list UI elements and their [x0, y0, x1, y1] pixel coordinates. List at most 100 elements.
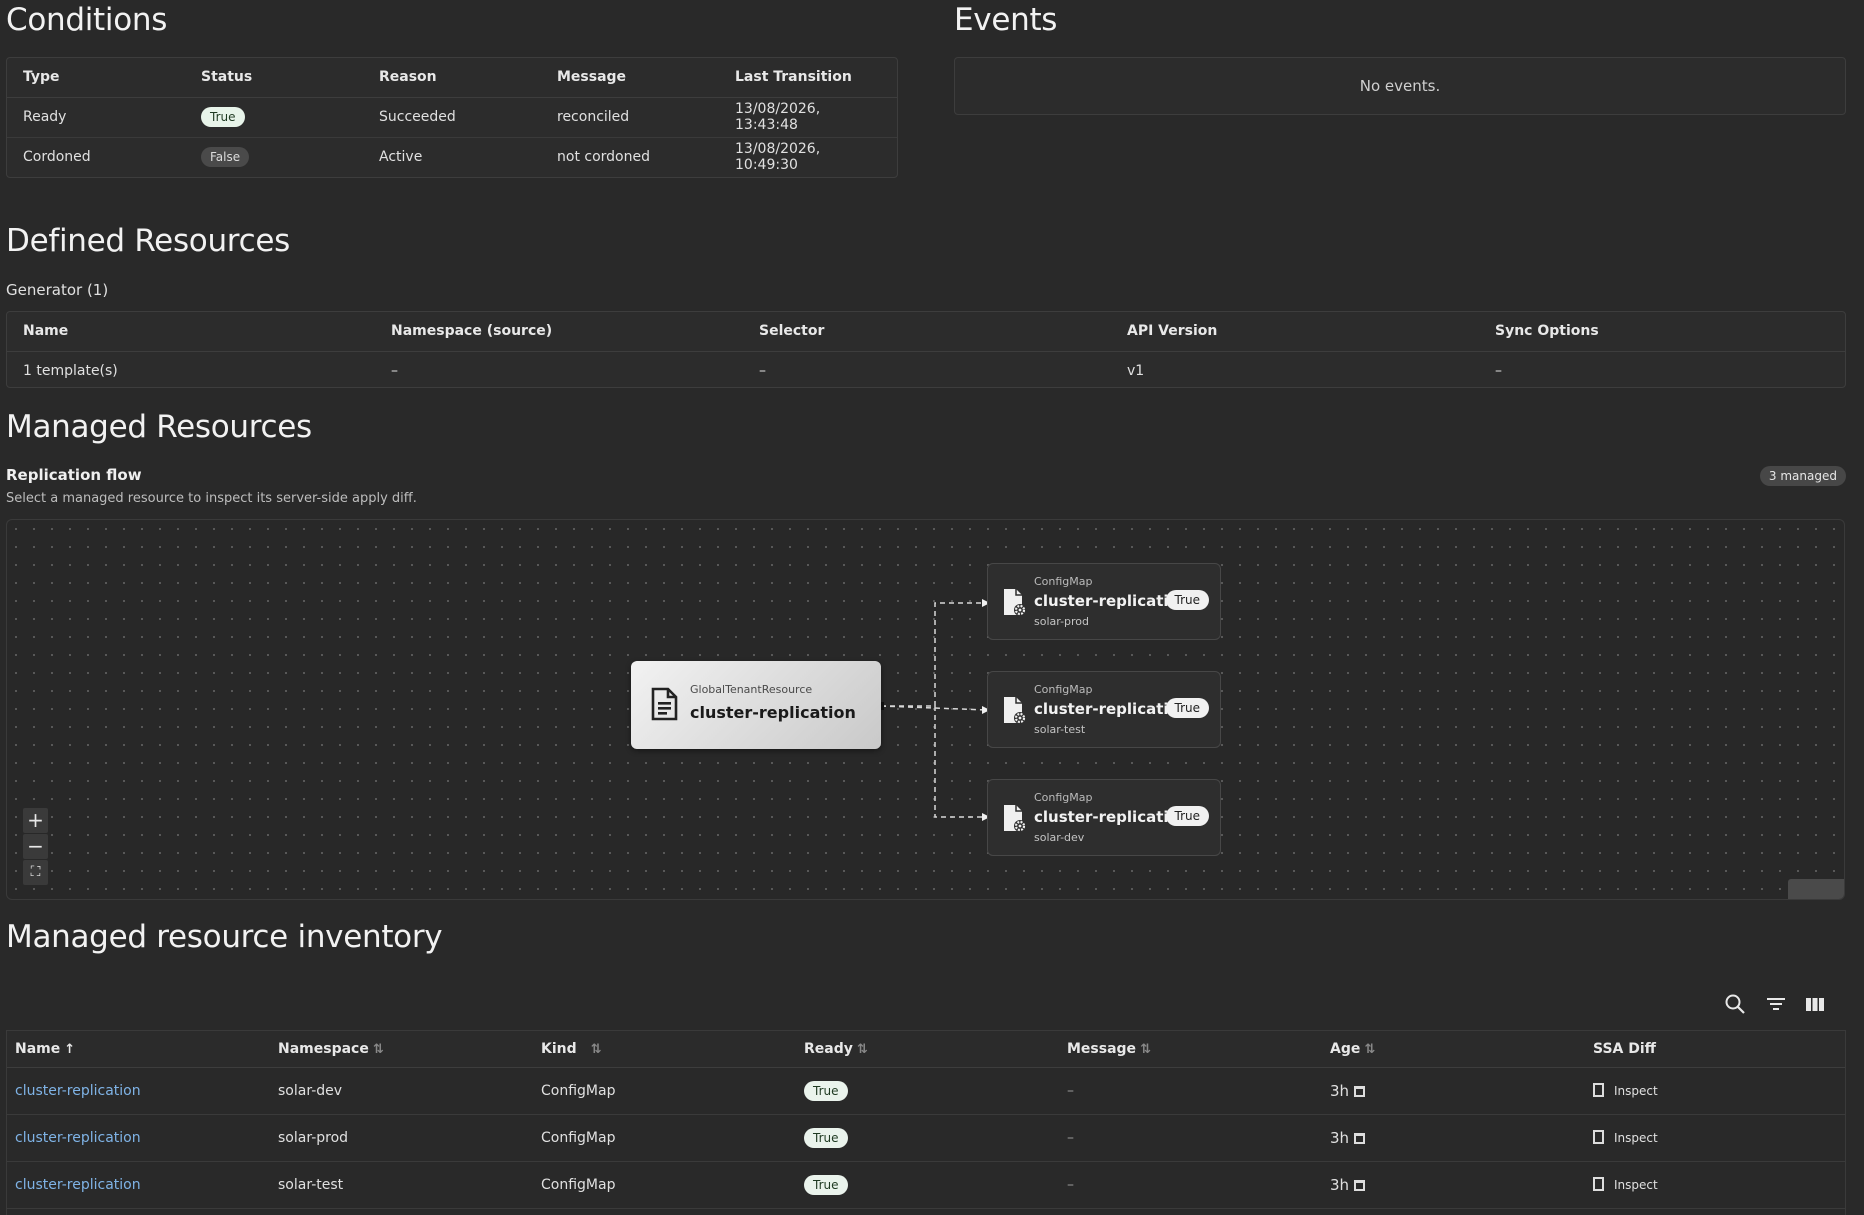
cell-namespace: solar-test [270, 1161, 533, 1209]
status-badge: True [1165, 806, 1209, 826]
col-ready[interactable]: Ready ⇅ [796, 1031, 1059, 1068]
ready-badge: True [804, 1174, 848, 1195]
replication-flow-subtitle: Select a managed resource to inspect its… [6, 491, 417, 506]
cell-message: – [1059, 1114, 1322, 1162]
col-age[interactable]: Age ⇅ [1322, 1031, 1585, 1068]
col-name-label: Name [15, 1040, 61, 1057]
col-namespace-source: Namespace (source) [375, 312, 743, 352]
cell-last-transition: 13/08/2026, 10:49:30 [735, 141, 821, 174]
replication-flow-title: Replication flow [6, 466, 142, 484]
sort-icon[interactable]: ⇅ [1140, 1042, 1151, 1057]
target-node-solar-prod[interactable]: ConfigMap cluster-replication solar-prod… [987, 563, 1221, 640]
inspect-diff-icon [1593, 1177, 1604, 1191]
target-node-solar-test[interactable]: ConfigMap cluster-replication solar-test… [987, 671, 1221, 748]
col-message: Message [541, 58, 719, 98]
inventory-title: Managed resource inventory [6, 919, 443, 955]
source-node-kind: GlobalTenantResource [690, 683, 813, 696]
managed-resources-title: Managed Resources [6, 409, 312, 445]
flow-canvas[interactable]: GlobalTenantResource cluster-replication… [6, 519, 1845, 900]
status-badge: True [1165, 590, 1209, 610]
resource-name-link[interactable]: cluster-replication [15, 1083, 141, 1099]
document-icon [649, 687, 679, 725]
sort-icon[interactable]: ⇅ [857, 1042, 868, 1057]
cell-sync-options: – [1495, 363, 1502, 380]
col-type: Type [7, 58, 185, 98]
inspect-button[interactable]: Inspect [1614, 1084, 1658, 1098]
col-age-label: Age [1330, 1040, 1361, 1057]
configmap-gear-icon [1002, 696, 1028, 730]
table-row[interactable]: cluster-replication solar-dev ConfigMap … [7, 1067, 1845, 1115]
cell-last-transition: 13/08/2026, 13:43:48 [719, 97, 897, 138]
inspect-button[interactable]: Inspect [1614, 1131, 1658, 1145]
col-ready-label: Ready [804, 1040, 853, 1057]
col-ssa-diff-label: SSA Diff [1593, 1040, 1657, 1057]
col-api-version: API Version [1111, 312, 1479, 352]
events-empty-text: No events. [1359, 77, 1441, 95]
inventory-table: Name ↑ Namespace ⇅ Kind ⇅ Ready ⇅ Message ⇅ A… [7, 1031, 1845, 1209]
node-namespace: solar-prod [1034, 615, 1090, 628]
inspect-diff-icon [1593, 1083, 1604, 1097]
cell-message: reconciled [541, 97, 719, 138]
managed-count-badge: 3 managed [1759, 466, 1846, 486]
col-namespace[interactable]: Namespace ⇅ [270, 1031, 533, 1068]
status-badge: False [201, 147, 250, 168]
source-node-name: cluster-replication [690, 703, 856, 722]
conditions-table-panel: Type Status Reason Message Last Transiti… [6, 57, 898, 178]
cell-message: not cordoned [557, 149, 650, 166]
cell-reason: Active [379, 149, 423, 166]
inspect-button[interactable]: Inspect [1614, 1178, 1658, 1192]
search-icon[interactable] [1724, 993, 1746, 1019]
fit-view-button[interactable]: ⛶ [23, 860, 48, 885]
target-node-solar-dev[interactable]: ConfigMap cluster-replication solar-dev … [987, 779, 1221, 856]
cell-message: – [1059, 1161, 1322, 1209]
col-selector: Selector [743, 312, 1111, 352]
col-name: Name [7, 312, 375, 352]
cell-namespace: solar-prod [270, 1114, 533, 1162]
table-row[interactable]: cluster-replication solar-prod ConfigMap… [7, 1114, 1845, 1162]
sort-ascending-icon[interactable]: ↑ [64, 1042, 75, 1057]
sort-icon[interactable]: ⇅ [373, 1042, 384, 1057]
edge-to-solar-test [880, 705, 988, 711]
cell-age: 3h [1330, 1175, 1350, 1194]
sort-icon[interactable]: ⇅ [591, 1042, 602, 1057]
inventory-toolbar [1724, 993, 1844, 1017]
ready-badge: True [804, 1080, 848, 1101]
col-namespace-label: Namespace [278, 1040, 369, 1057]
inventory-header-row: Name ↑ Namespace ⇅ Kind ⇅ Ready ⇅ Message ⇅ A… [7, 1031, 1845, 1068]
node-kind: ConfigMap [1034, 683, 1093, 696]
calendar-icon [1353, 1132, 1365, 1144]
status-badge: True [1165, 698, 1209, 718]
col-name[interactable]: Name ↑ [7, 1031, 270, 1068]
filter-icon[interactable] [1765, 993, 1787, 1019]
cell-kind: ConfigMap [533, 1161, 796, 1209]
cell-message: – [1059, 1067, 1322, 1115]
events-panel: No events. [954, 57, 1846, 115]
col-kind[interactable]: Kind ⇅ [533, 1031, 796, 1068]
cell-name: 1 template(s) [23, 363, 118, 380]
cell-namespace: solar-dev [270, 1067, 533, 1115]
node-namespace: solar-dev [1034, 831, 1085, 844]
col-ssa-diff: SSA Diff [1585, 1031, 1845, 1068]
cell-api-version: v1 [1127, 363, 1145, 380]
zoom-in-button[interactable]: + [23, 808, 48, 833]
generator-header-row: Name Namespace (source) Selector API Ver… [7, 312, 1845, 352]
columns-icon[interactable] [1804, 993, 1826, 1019]
source-node[interactable]: GlobalTenantResource cluster-replication [631, 661, 881, 749]
col-kind-label: Kind [541, 1040, 577, 1057]
generator-label: Generator (1) [6, 281, 109, 299]
resource-name-link[interactable]: cluster-replication [15, 1177, 141, 1193]
resource-name-link[interactable]: cluster-replication [15, 1130, 141, 1146]
col-sync-options: Sync Options [1479, 312, 1845, 352]
col-status: Status [185, 58, 363, 98]
col-message[interactable]: Message ⇅ [1059, 1031, 1322, 1068]
inspect-diff-icon [1593, 1130, 1604, 1144]
sort-icon[interactable]: ⇅ [1364, 1042, 1375, 1057]
table-row: Cordoned False Active not cordoned 13/08… [7, 137, 897, 177]
minimap[interactable] [1788, 879, 1844, 899]
node-kind: ConfigMap [1034, 791, 1093, 804]
col-last-transition: Last Transition [719, 58, 897, 98]
zoom-out-button[interactable]: − [23, 834, 48, 859]
table-row[interactable]: cluster-replication solar-test ConfigMap… [7, 1161, 1845, 1209]
calendar-icon [1353, 1179, 1365, 1191]
calendar-icon [1353, 1085, 1365, 1097]
